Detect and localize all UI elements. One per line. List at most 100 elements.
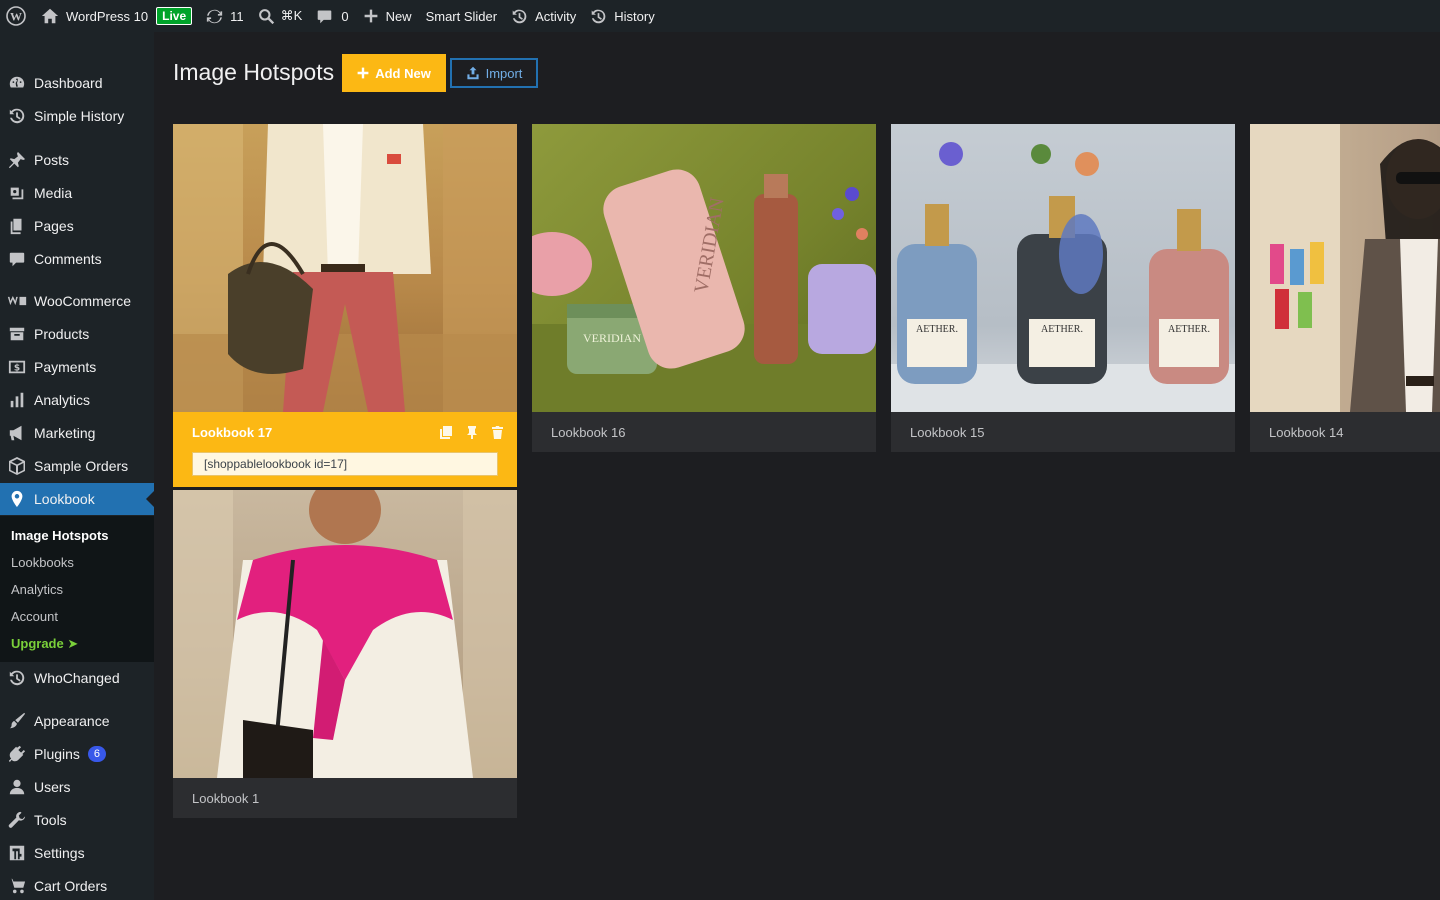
submenu-item-lookbooks[interactable]: Lookbooks: [11, 555, 74, 570]
shortcode-area: [shoppablelookbook id=17]: [173, 452, 517, 487]
menu-item-comments[interactable]: Comments: [0, 243, 154, 275]
menu-item-lookbook[interactable]: Lookbook: [0, 483, 154, 515]
lookbook-thumbnail[interactable]: VERIDIAN VERIDIAN: [532, 124, 876, 412]
refresh-icon: [207, 9, 223, 23]
lookbook-title[interactable]: Lookbook 1: [192, 791, 259, 806]
submenu-item-image-hotspots[interactable]: Image Hotspots: [11, 528, 109, 543]
svg-text:AETHER.: AETHER.: [1041, 324, 1083, 335]
shortcode-field[interactable]: [shoppablelookbook id=17]: [192, 452, 498, 476]
plugins-update-badge: 6: [87, 746, 107, 762]
menu-item-appearance[interactable]: Appearance: [0, 705, 154, 737]
media-icon: [0, 184, 34, 202]
box-icon: [0, 456, 34, 476]
menu-item-label: Sample Orders: [34, 458, 129, 474]
menu-item-dashboard[interactable]: Dashboard: [0, 67, 154, 99]
lookbook-card[interactable]: VERIDIAN VERIDIAN Lookbook 16: [532, 124, 876, 452]
menu-item-label: Products: [34, 326, 90, 342]
menu-item-label: Tools: [34, 812, 67, 828]
menu-item-label: WooCommerce: [34, 293, 131, 309]
menu-item-sample-orders[interactable]: Sample Orders: [0, 450, 154, 482]
lookbook-thumbnail[interactable]: AETHER. AETHER. AETHER.: [891, 124, 1235, 412]
lookbook-title[interactable]: Lookbook 15: [910, 425, 984, 440]
import-label: Import: [485, 65, 523, 81]
pin-icon[interactable]: [466, 425, 478, 439]
woman-pink-sweater-image: [173, 490, 517, 778]
menu-item-cart-orders[interactable]: Cart Orders: [0, 870, 154, 900]
svg-text:AETHER.: AETHER.: [1168, 324, 1210, 335]
upload-icon: [466, 66, 479, 80]
menu-item-label: Comments: [34, 251, 102, 267]
menu-item-products[interactable]: Products: [0, 318, 154, 350]
lookbook-thumbnail[interactable]: [173, 490, 517, 778]
lookbook-thumbnail[interactable]: [1250, 124, 1440, 412]
menu-item-label: Simple History: [34, 108, 125, 124]
trash-icon[interactable]: [492, 425, 503, 439]
user-icon: [0, 778, 34, 796]
lookbook-card[interactable]: AETHER. AETHER. AETHER. Lookbook 15: [891, 124, 1235, 452]
menu-item-label: Pages: [34, 218, 74, 234]
menu-item-label: Plugins: [34, 746, 80, 762]
history-icon: [0, 107, 34, 125]
activity-link[interactable]: Activity: [504, 0, 583, 32]
history-icon: [591, 9, 606, 23]
lookbook-card[interactable]: Lookbook 14: [1250, 124, 1440, 452]
wordpress-logo-icon[interactable]: W: [0, 0, 34, 32]
menu-item-label: WhoChanged: [34, 670, 120, 686]
svg-text:W: W: [10, 10, 22, 24]
menu-item-simple-history[interactable]: Simple History: [0, 100, 154, 132]
submenu-item-analytics[interactable]: Analytics: [11, 582, 63, 597]
updates-count: 11: [230, 8, 244, 24]
paintbrush-icon: [0, 712, 34, 730]
add-new-button[interactable]: Add New: [342, 54, 446, 92]
history-icon: [512, 9, 527, 23]
submenu-item-account[interactable]: Account: [11, 609, 58, 624]
lookbook-caption: Lookbook 15: [891, 412, 1235, 452]
home-icon: [41, 8, 59, 24]
updates-link[interactable]: 11: [199, 0, 251, 32]
new-content-link[interactable]: New: [356, 0, 419, 32]
new-label: New: [385, 8, 412, 24]
cart-icon: [0, 877, 34, 895]
svg-text:$: $: [14, 364, 20, 374]
search-link[interactable]: ⌘K: [251, 0, 310, 32]
lookbook-thumbnail[interactable]: [173, 124, 517, 412]
menu-item-settings[interactable]: Settings: [0, 837, 154, 869]
location-pin-icon: [0, 490, 34, 508]
menu-item-pages[interactable]: Pages: [0, 210, 154, 242]
submenu-item-upgrade[interactable]: Upgrade ➤: [11, 636, 78, 652]
import-button[interactable]: Import: [450, 58, 538, 88]
menu-item-marketing[interactable]: Marketing: [0, 417, 154, 449]
page-title: Image Hotspots: [173, 59, 335, 85]
menu-item-tools[interactable]: Tools: [0, 804, 154, 836]
menu-item-posts[interactable]: Posts: [0, 144, 154, 176]
lookbook-title[interactable]: Lookbook 17: [192, 425, 272, 440]
plugin-icon: [0, 745, 34, 763]
smart-slider-link[interactable]: Smart Slider: [419, 0, 505, 32]
pin-icon: [0, 151, 34, 169]
lookbook-card[interactable]: Lookbook 17 [shoppablelookbook id=17]: [173, 124, 517, 487]
menu-item-label: Dashboard: [34, 75, 103, 91]
comments-link[interactable]: 0: [309, 0, 355, 32]
chart-icon: [0, 391, 34, 409]
woocommerce-icon: [0, 294, 34, 308]
history-link[interactable]: History: [583, 0, 661, 32]
menu-item-label: Media: [34, 185, 73, 201]
duplicate-icon[interactable]: [440, 425, 452, 439]
menu-item-media[interactable]: Media: [0, 177, 154, 209]
menu-item-whochanged[interactable]: WhoChanged: [0, 662, 154, 694]
menu-item-woocommerce[interactable]: WooCommerce: [0, 285, 154, 317]
lookbook-card[interactable]: Lookbook 1: [173, 490, 517, 818]
lookbook-title[interactable]: Lookbook 16: [551, 425, 625, 440]
menu-item-analytics[interactable]: Analytics: [0, 384, 154, 416]
site-name-link[interactable]: WordPress 10 Live: [34, 0, 199, 32]
lookbook-title[interactable]: Lookbook 14: [1269, 425, 1343, 440]
menu-item-label: Appearance: [34, 713, 110, 729]
search-icon: [258, 8, 274, 24]
comment-icon: [318, 10, 332, 23]
aether-bottles-image: AETHER. AETHER. AETHER.: [891, 142, 1235, 412]
menu-item-users[interactable]: Users: [0, 771, 154, 803]
history-label: History: [614, 8, 655, 24]
menu-item-label: Payments: [34, 359, 97, 375]
menu-item-payments[interactable]: $ Payments: [0, 351, 154, 383]
menu-item-plugins[interactable]: Plugins 6: [0, 738, 154, 770]
